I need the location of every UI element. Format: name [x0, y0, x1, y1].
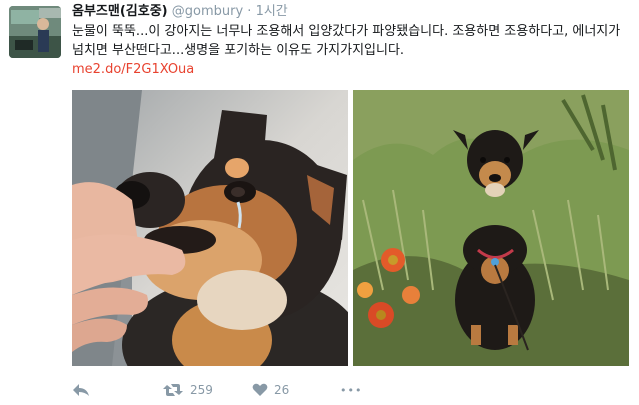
- tweet-link[interactable]: me2.do/F2G1XOua: [72, 60, 194, 79]
- avatar[interactable]: [9, 6, 61, 58]
- retweet-count: 259: [190, 383, 213, 397]
- dog-photo-garden: [353, 90, 629, 366]
- author-handle[interactable]: @gombury: [172, 4, 243, 19]
- more-button[interactable]: •••: [340, 384, 362, 397]
- dog-photo-crying: [72, 90, 348, 366]
- like-count: 26: [274, 383, 290, 397]
- reply-icon: [72, 383, 90, 397]
- retweet-icon: [162, 383, 184, 397]
- tweet-text: 눈물이 뚝뚝...이 강아지는 너무나 조용해서 입양갔다가 파양됐습니다. 조…: [72, 22, 632, 79]
- tweet-body: 눈물이 뚝뚝...이 강아지는 너무나 조용해서 입양갔다가 파양됐습니다. 조…: [72, 24, 621, 58]
- more-icon: •••: [340, 383, 363, 397]
- avatar-image: [9, 6, 61, 58]
- separator: ·: [247, 4, 252, 19]
- heart-icon: [252, 383, 268, 397]
- media-photo-left[interactable]: [72, 90, 348, 366]
- tweet-actions: 259 26 •••: [72, 380, 362, 400]
- media-photo-right[interactable]: [353, 90, 629, 366]
- timestamp[interactable]: 1시간: [256, 4, 288, 19]
- retweet-button[interactable]: 259: [162, 383, 252, 397]
- tweet-header: 옴부즈맨(김호중) @gombury · 1시간: [72, 4, 288, 20]
- reply-button[interactable]: [72, 383, 162, 397]
- like-button[interactable]: 26: [252, 383, 340, 397]
- author-name[interactable]: 옴부즈맨(김호중): [72, 4, 168, 19]
